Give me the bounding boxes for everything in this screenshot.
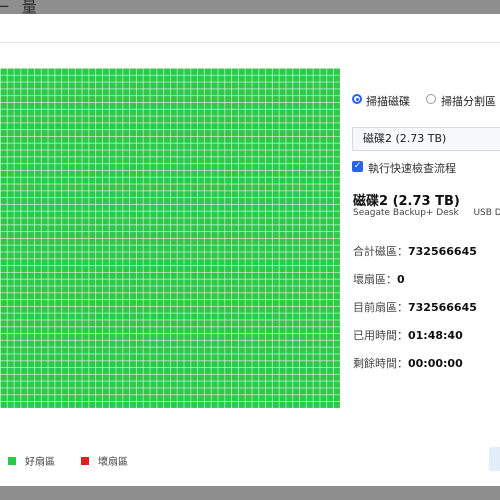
good-sector-swatch: [8, 456, 16, 465]
sector-map-grid: [0, 68, 340, 408]
bad-sector-label: 壞扇區: [98, 457, 128, 468]
stat-remaining-time: 剩餘時間：00:00:00: [353, 355, 463, 371]
quick-check-checkbox[interactable]: ✓: [352, 161, 363, 172]
scan-disk-label[interactable]: 掃描磁碟: [366, 93, 410, 109]
title-bar: 一 量: [0, 0, 500, 16]
stat-elapsed-time: 已用時間：01:48:40: [353, 327, 463, 343]
legend-good: 好扇區: [8, 453, 55, 468]
scan-partition-radio[interactable]: [426, 94, 436, 104]
disk-details: Seagate Backup+ Desk USB Dev: [353, 208, 500, 218]
stat-remaining-value: 00:00:00: [408, 357, 463, 370]
scan-partition-label[interactable]: 掃描分割區: [441, 93, 496, 109]
stat-elapsed-label: 已用時間：: [353, 329, 408, 342]
stat-elapsed-value: 01:48:40: [408, 329, 463, 342]
disk-select[interactable]: 磁碟2 (2.73 TB): [352, 127, 500, 151]
action-button-edge[interactable]: [489, 447, 500, 471]
disk-interface: USB Dev: [473, 208, 500, 218]
stat-current-value: 732566645: [408, 301, 477, 314]
scan-disk-radio[interactable]: [352, 94, 362, 104]
stat-current-sector: 目前扇區：732566645: [353, 299, 477, 315]
stat-total-value: 732566645: [408, 245, 477, 258]
window-header: [0, 14, 500, 43]
stat-bad-label: 壞扇區：: [353, 273, 397, 286]
stat-total-label: 合計磁區：: [353, 245, 408, 258]
quick-check-label[interactable]: 執行快速檢查流程: [368, 160, 456, 176]
legend-bad: 壞扇區: [81, 453, 128, 468]
stat-bad-value: 0: [397, 273, 405, 286]
disk-name: 磁碟2 (2.73 TB): [353, 194, 460, 209]
main-content: 好扇區 壞扇區 掃描磁碟 掃描分割區 磁碟2 (2.73 TB) ✓ 執行快速檢…: [0, 43, 500, 486]
stat-total-sectors: 合計磁區：732566645: [353, 243, 477, 259]
scan-mode-group: 掃描磁碟 掃描分割區: [352, 93, 500, 109]
bottom-bar: [0, 486, 500, 500]
bad-sector-swatch: [81, 456, 89, 465]
disk-model: Seagate Backup+ Desk: [353, 208, 459, 218]
stat-remaining-label: 剩餘時間：: [353, 357, 408, 370]
good-sector-label: 好扇區: [25, 457, 55, 468]
stat-bad-sectors: 壞扇區：0: [353, 271, 405, 287]
stat-current-label: 目前扇區：: [353, 301, 408, 314]
app-window: 好扇區 壞扇區 掃描磁碟 掃描分割區 磁碟2 (2.73 TB) ✓ 執行快速檢…: [0, 14, 500, 486]
